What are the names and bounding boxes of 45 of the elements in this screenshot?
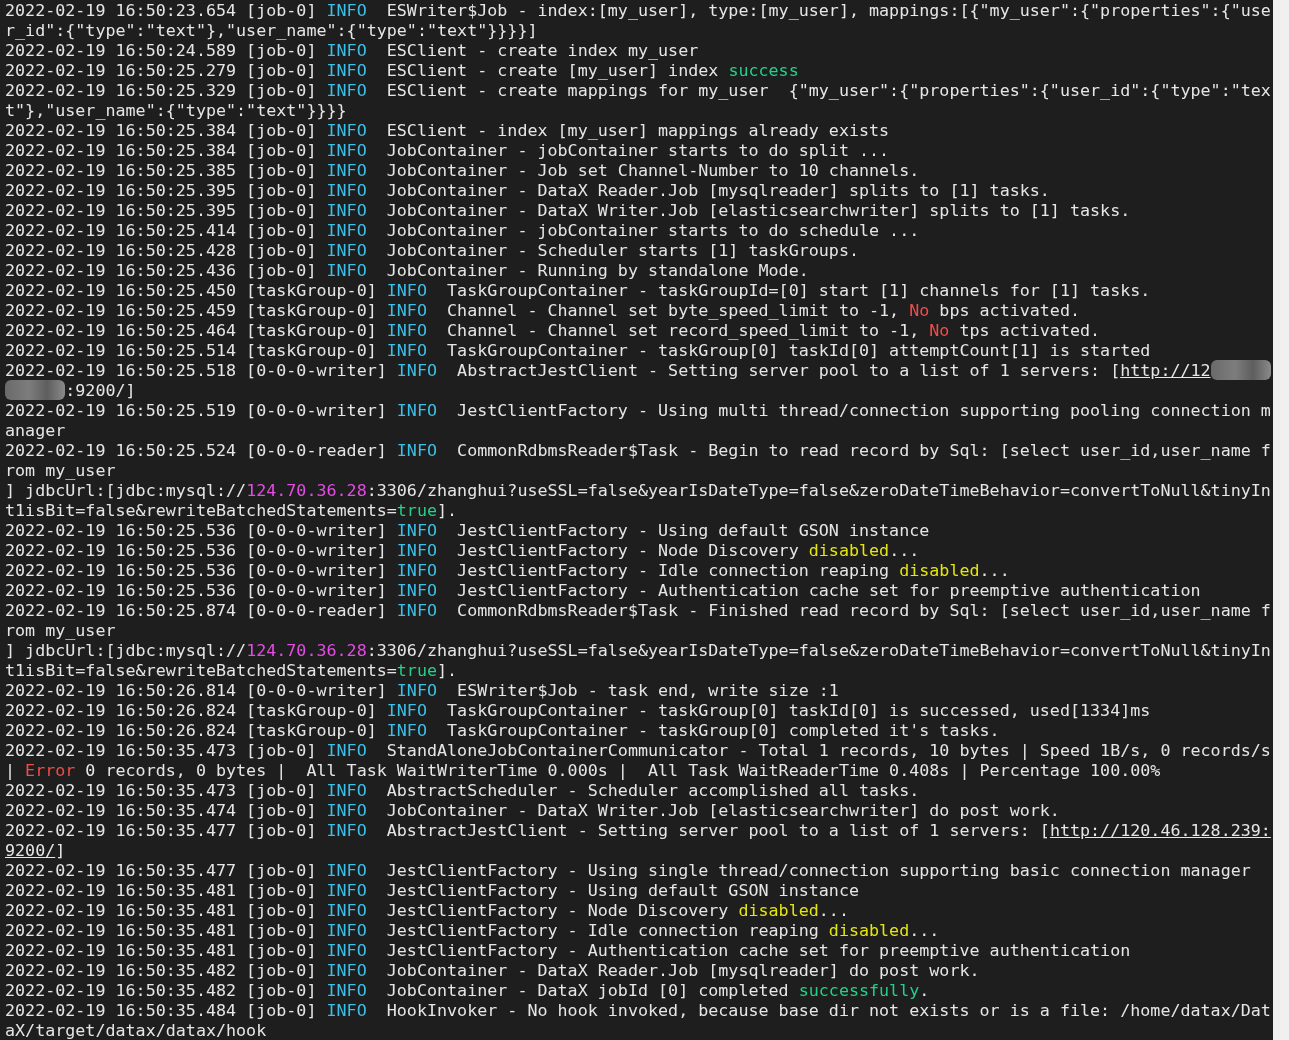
log-line: 2022-02-19 16:50:25.514 [taskGroup-0] INFO TaskGroupContainer - taskGroup[0] taskId[0] attemptCount[1] is started — [5, 340, 1152, 360]
log-line: 2022-02-19 16:50:24.589 [job-0] INFO ESClient - create index my_user — [5, 40, 700, 60]
log-line: 2022-02-19 16:50:25.436 [job-0] INFO JobContainer - Running by standalone Mode. — [5, 260, 810, 280]
log-line: 2022-02-19 16:50:25.384 [job-0] INFO JobContainer - jobContainer starts to do split ... — [5, 140, 891, 160]
url-link[interactable]: 9200/ — [5, 840, 56, 860]
log-line: 2022-02-19 16:50:26.824 [taskGroup-0] INFO TaskGroupContainer - taskGroup[0] taskId[0] is successed, used[1334]ms — [5, 700, 1152, 720]
url-link[interactable]: http://12 — [1120, 360, 1211, 380]
log-line: 2022-02-19 16:50:35.481 [job-0] INFO JestClientFactory - Authentication cache set for preemptive authentication — [5, 940, 1132, 960]
log-line: 2022-02-19 16:50:25.385 [job-0] INFO JobContainer - Job set Channel-Number to 10 channels. — [5, 160, 921, 180]
log-line: 2022-02-19 16:50:25.536 [0-0-0-writer] INFO JestClientFactory - Using default GSON instance — [5, 520, 931, 540]
log-line: 2022-02-19 16:50:35.473 [job-0] INFO AbstractScheduler - Scheduler accomplished all tasks. — [5, 780, 921, 800]
log-line: 2022-02-19 16:50:26.814 [0-0-0-writer] INFO ESWriter$Job - task end, write size :1 — [5, 680, 840, 700]
redaction-patch — [5, 380, 66, 400]
log-line: 2022-02-19 16:50:25.519 [0-0-0-writer] INFO JestClientFactory - Using multi thread/connection supporting pooling connection manager — [5, 400, 1272, 440]
log-line: 2022-02-19 16:50:25.459 [taskGroup-0] INFO Channel - Channel set byte_speed_limit to -1, No bps activated. — [5, 300, 1081, 320]
log-line: 2022-02-19 16:50:25.414 [job-0] INFO JobContainer - jobContainer starts to do schedule ... — [5, 220, 921, 240]
log-line: 2022-02-19 16:50:35.473 [job-0] INFO StandAloneJobContainerCommunicator - Total 1 records, 10 bytes | Speed 1B/s, 0 records/s | Error 0 records, 0 bytes | All Task WaitWriterTime 0.000s | All Task WaitReaderTime 0.408s | Percentage 100.00% — [5, 740, 1272, 780]
log-line: 2022-02-19 16:50:35.482 [job-0] INFO JobContainer - DataX Reader.Job [mysqlreader] do post work. — [5, 960, 981, 980]
log-line: 2022-02-19 16:50:25.428 [job-0] INFO JobContainer - Scheduler starts [1] taskGroups. — [5, 240, 860, 260]
log-line: 2022-02-19 16:50:26.824 [taskGroup-0] INFO TaskGroupContainer - taskGroup[0] completed it's tasks. — [5, 720, 1001, 740]
log-line: 2022-02-19 16:50:25.536 [0-0-0-writer] INFO JestClientFactory - Authentication cache set for preemptive authentication — [5, 580, 1202, 600]
redaction-patch — [1210, 360, 1271, 380]
log-line: 2022-02-19 16:50:35.481 [job-0] INFO JestClientFactory - Node Discovery disabled... — [5, 900, 850, 920]
log-line: 2022-02-19 16:50:35.477 [job-0] INFO AbstractJestClient - Setting server pool to a list of 1 servers: [http://120.46.128.239: 9200/] — [5, 820, 1272, 860]
log-line: 2022-02-19 16:50:25.450 [taskGroup-0] INFO TaskGroupContainer - taskGroupId=[0] start [1] channels for [1] tasks. — [5, 280, 1152, 300]
log-line: 2022-02-19 16:50:35.481 [job-0] INFO JestClientFactory - Using default GSON instance — [5, 880, 860, 900]
log-line: 2022-02-19 16:50:25.536 [0-0-0-writer] INFO JestClientFactory - Node Discovery disabled... — [5, 540, 921, 560]
log-line: 2022-02-19 16:50:25.279 [job-0] INFO ESClient - create [my_user] index success — [5, 60, 800, 80]
log-line: 2022-02-19 16:50:25.874 [0-0-0-reader] INFO CommonRdbmsReader$Task - Finished read record by Sql: [select user_id,user_name from my_user ] jdbcUrl:[jdbc:mysql://124.70.36.28:3306/zhanghui?useSSL=false&yearIsDateType=false&zeroDateTimeBehavior=convertToNull&tinyInt1isBit=false&rewriteBatchedStatements=true]. — [5, 600, 1272, 680]
log-line: 2022-02-19 16:50:35.484 [job-0] INFO HookInvoker - No hook invoked, because base dir not exists or is a file: /home/datax/DataX/target/datax/datax/hook — [5, 1000, 1272, 1040]
log-line: 2022-02-19 16:50:35.474 [job-0] INFO JobContainer - DataX Writer.Job [elasticsearchwriter] do post work. — [5, 800, 1061, 820]
log-line: 2022-02-19 16:50:35.482 [job-0] INFO JobContainer - DataX jobId [0] completed successfully. — [5, 980, 931, 1000]
log-line: 2022-02-19 16:50:25.384 [job-0] INFO ESClient - index [my_user] mappings already exists — [5, 120, 891, 140]
log-line: 2022-02-19 16:50:23.654 [job-0] INFO ESWriter$Job - index:[my_user], type:[my_user], mappings:[{"my_user":{"properties":{"user_id":{"type":"text"},"user_name":{"type":"text"}}}}] — [5, 0, 1272, 40]
scrollbar[interactable] — [1273, 0, 1289, 1040]
log-line: 2022-02-19 16:50:25.464 [taskGroup-0] INFO Channel - Channel set record_speed_limit to -1, No tps activated. — [5, 320, 1102, 340]
log-line: 2022-02-19 16:50:25.395 [job-0] INFO JobContainer - DataX Writer.Job [elasticsearchwriter] splits to [1] tasks. — [5, 200, 1132, 220]
log-line: 2022-02-19 16:50:25.329 [job-0] INFO ESClient - create mappings for my_user {"my_user":{"properties":{"user_id":{"type":"text"},"user_name":{"type":"text"}}}} — [5, 80, 1272, 120]
log-line: 2022-02-19 16:50:25.524 [0-0-0-reader] INFO CommonRdbmsReader$Task - Begin to read record by Sql: [select user_id,user_name from my_user ] jdbcUrl:[jdbc:mysql://124.70.36.28:3306/zhanghui?useSSL=false&yearIsDateType=false&zeroDateTimeBehavior=convertToNull&tinyInt1isBit=false&rewriteBatchedStatements=true]. — [5, 440, 1272, 520]
log-line: 2022-02-19 16:50:35.477 [job-0] INFO JestClientFactory - Using single thread/connection supporting basic connection manager — [5, 860, 1252, 880]
log-line: 2022-02-19 16:50:25.395 [job-0] INFO JobContainer - DataX Reader.Job [mysqlreader] splits to [1] tasks. — [5, 180, 1051, 200]
log-line: 2022-02-19 16:50:25.518 [0-0-0-writer] INFO AbstractJestClient - Setting server pool to a list of 1 servers: [http://12 :9200/] — [5, 360, 1273, 400]
log-line: 2022-02-19 16:50:35.481 [job-0] INFO JestClientFactory - Idle connection reaping disabled... — [5, 920, 941, 940]
url-link[interactable]: http://120.46.128.239: — [1049, 820, 1271, 840]
log-line: 2022-02-19 16:50:25.536 [0-0-0-writer] INFO JestClientFactory - Idle connection reaping disabled... — [5, 560, 1011, 580]
